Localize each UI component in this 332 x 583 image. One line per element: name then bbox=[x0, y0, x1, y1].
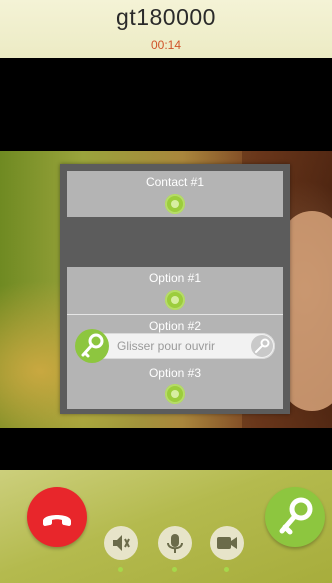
slide-to-open-slider[interactable]: Glisser pour ouvrir bbox=[75, 329, 275, 363]
speaker-indicator bbox=[118, 567, 123, 572]
slider-key-end-icon bbox=[251, 335, 273, 357]
contact-indicator-icon[interactable] bbox=[165, 194, 185, 214]
option-1-indicator-icon[interactable] bbox=[165, 290, 185, 310]
slider-key-knob-icon[interactable] bbox=[75, 329, 109, 363]
microphone-icon bbox=[167, 534, 183, 553]
microphone-button[interactable] bbox=[158, 526, 192, 560]
open-door-button[interactable] bbox=[265, 487, 325, 547]
option-3-indicator-icon[interactable] bbox=[165, 384, 185, 404]
letterbox-top bbox=[0, 58, 332, 151]
speaker-button[interactable] bbox=[104, 526, 138, 560]
action-menu: Contact #1 Option #1 Option #2 Option #3 bbox=[60, 164, 290, 414]
letterbox-bottom bbox=[0, 428, 332, 470]
video-indicator bbox=[224, 567, 229, 572]
call-timer: 00:14 bbox=[150, 38, 182, 52]
call-header: gt180000 00:14 bbox=[0, 0, 332, 58]
video-button[interactable] bbox=[210, 526, 244, 560]
camera-icon bbox=[217, 537, 237, 549]
option-separator bbox=[67, 314, 283, 315]
contact-label: Contact #1 bbox=[145, 175, 205, 189]
key-icon bbox=[279, 497, 313, 535]
hangup-icon bbox=[43, 515, 71, 526]
hangup-button[interactable] bbox=[27, 487, 87, 547]
speaker-icon bbox=[113, 535, 130, 551]
option-3-label[interactable]: Option #3 bbox=[67, 366, 283, 380]
slider-label: Glisser pour ouvrir bbox=[117, 339, 216, 353]
microphone-indicator bbox=[172, 567, 177, 572]
contact-panel[interactable]: Contact #1 bbox=[67, 171, 283, 217]
caller-name: gt180000 bbox=[116, 4, 216, 30]
option-1-label[interactable]: Option #1 bbox=[67, 271, 283, 285]
